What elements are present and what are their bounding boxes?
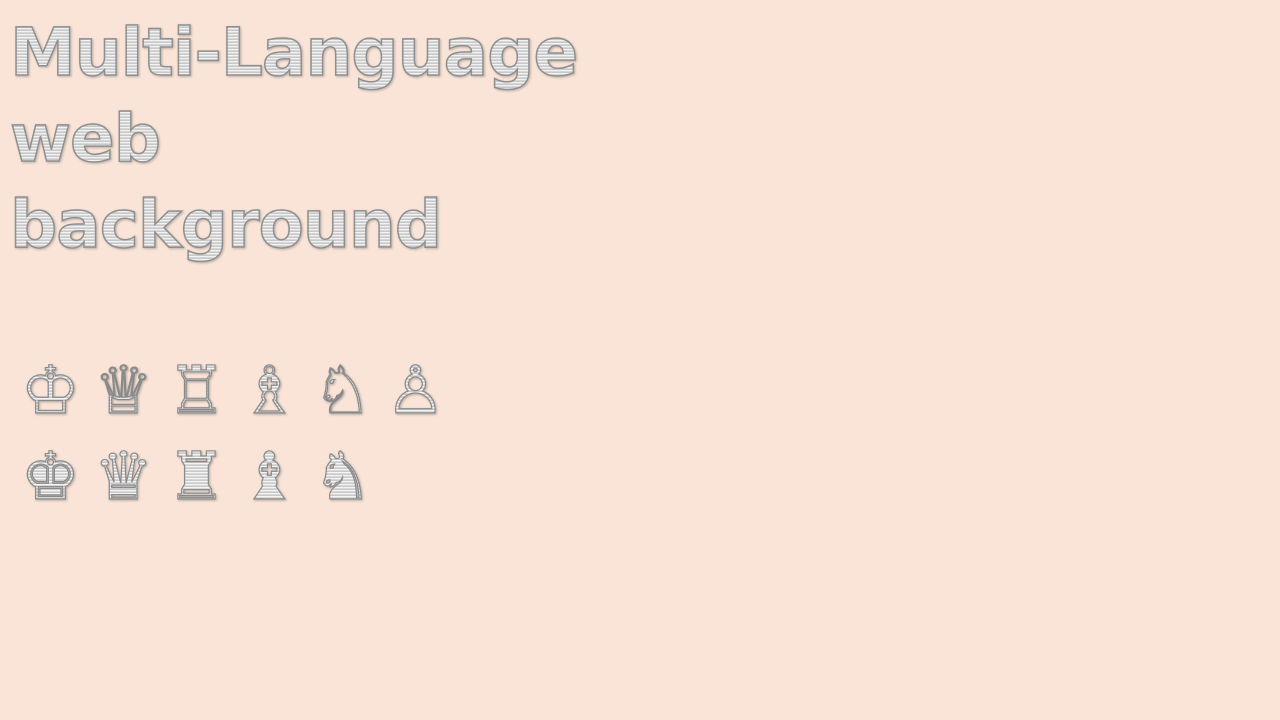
- bishop-solid-icon: ♝: [233, 436, 306, 518]
- chess-pieces-row-outline: ♔ ♕ ♖ ♗ ♘ ♙: [14, 350, 452, 432]
- knight-outline-icon: ♘: [306, 350, 379, 432]
- pawn-outline-icon: ♙: [379, 350, 452, 432]
- knight-solid-icon: ♞: [306, 436, 379, 518]
- bishop-outline-icon: ♗: [233, 350, 306, 432]
- king-outline-icon: ♔: [14, 350, 87, 432]
- title-line-3: background: [9, 185, 443, 264]
- chess-pieces-row-solid: ♚ ♛ ♜ ♝ ♞: [14, 436, 379, 518]
- king-solid-icon: ♚: [14, 436, 87, 518]
- queen-outline-icon: ♕: [87, 350, 160, 432]
- title-line-1: Multi-Language: [9, 13, 579, 92]
- rook-outline-icon: ♖: [160, 350, 233, 432]
- title-line-2: web: [9, 99, 161, 178]
- page-title: Multi-Language web background: [9, 10, 579, 268]
- rook-solid-icon: ♜: [160, 436, 233, 518]
- queen-solid-icon: ♛: [87, 436, 160, 518]
